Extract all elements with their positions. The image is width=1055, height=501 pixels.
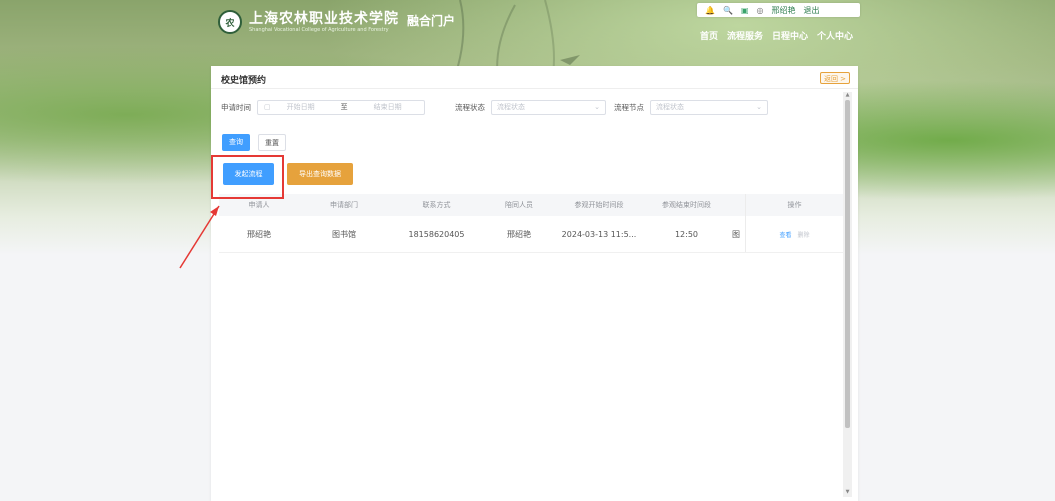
nav-home[interactable]: 首页 <box>700 29 718 42</box>
table-row[interactable]: 邢绍艳 图书馆 18158620405 邢绍艳 2024-03-13 11:5.… <box>219 216 843 253</box>
delete-link[interactable]: 删除 <box>798 230 810 239</box>
end-date-input[interactable]: 结束日期 <box>374 102 402 112</box>
cell-end-time: 12:50 <box>674 229 699 239</box>
reset-button[interactable]: 重置 <box>258 134 286 151</box>
user-icon[interactable]: ◎ <box>757 6 764 15</box>
portal-name: 融合门户 <box>407 13 456 28</box>
divider <box>211 88 858 89</box>
nav-process[interactable]: 流程服务 <box>727 29 763 42</box>
start-date-input[interactable]: 开始日期 <box>287 102 315 112</box>
export-button[interactable]: 导出查询数据 <box>287 163 353 185</box>
logout-link[interactable]: 退出 <box>803 5 819 16</box>
col-start-time: 参观开始时间段 <box>574 201 624 209</box>
filter-row: 申请时间 ▢ 开始日期 至 结束日期 流程状态 流程状态 ⌄ 流程节点 流程状态… <box>221 99 768 115</box>
username-link[interactable]: 邢绍艳 <box>771 5 795 16</box>
status-select[interactable]: 流程状态 ⌄ <box>491 99 606 115</box>
col-actions: 操作 <box>745 194 843 216</box>
chevron-down-icon: ⌄ <box>756 103 762 111</box>
col-department: 申请部门 <box>330 201 358 209</box>
chevron-down-icon: ⌄ <box>594 103 600 111</box>
node-label: 流程节点 <box>614 102 644 112</box>
apply-time-label: 申请时间 <box>221 102 251 112</box>
nav-schedule[interactable]: 日程中心 <box>772 29 808 42</box>
node-placeholder: 流程状态 <box>656 103 684 111</box>
calendar-icon: ▢ <box>264 103 271 111</box>
top-toolbar: 🔔 🔍 ▣ ◎ 邢绍艳 退出 <box>697 3 860 17</box>
col-extra <box>729 194 743 216</box>
bell-icon[interactable]: 🔔 <box>705 6 715 15</box>
nav-personal[interactable]: 个人中心 <box>817 29 853 42</box>
col-end-time: 参观结束时间段 <box>662 201 711 209</box>
cell-extra: 图 <box>732 229 740 239</box>
table-header: 申请人 申请部门 联系方式 陪同人员 参观开始时间段 参观结束时间段 操作 <box>219 194 843 216</box>
status-placeholder: 流程状态 <box>497 103 525 111</box>
cell-department: 图书馆 <box>332 229 356 239</box>
status-label: 流程状态 <box>455 102 485 112</box>
scroll-up-icon[interactable]: ▲ <box>843 92 852 99</box>
cell-companion: 邢绍艳 <box>507 229 531 239</box>
page-title: 校史馆预约 <box>221 76 267 86</box>
school-emblem-icon: 农 <box>218 10 242 34</box>
main-nav: 首页 流程服务 日程中心 个人中心 <box>700 29 853 42</box>
app-icon[interactable]: ▣ <box>741 6 749 15</box>
site-logo[interactable]: 农 上海农林职业技术学院 Shanghai Vocational College… <box>218 10 455 34</box>
scroll-down-icon[interactable]: ▼ <box>843 489 852 496</box>
search-icon[interactable]: 🔍 <box>723 6 733 15</box>
col-contact: 联系方式 <box>422 201 451 209</box>
cell-contact: 18158620405 <box>408 229 465 239</box>
cell-start-time: 2024-03-13 11:5... <box>561 229 637 239</box>
school-name-en: Shanghai Vocational College of Agricultu… <box>249 26 389 33</box>
cell-applicant: 邢绍艳 <box>247 229 271 239</box>
query-button[interactable]: 查询 <box>222 134 250 151</box>
cell-actions: 查看 删除 <box>745 216 843 252</box>
col-companion: 陪同人员 <box>505 201 533 209</box>
node-select[interactable]: 流程状态 ⌄ <box>650 99 768 115</box>
view-link[interactable]: 查看 <box>779 230 791 239</box>
back-button[interactable]: 返回 > <box>820 72 850 84</box>
highlight-box <box>211 155 284 199</box>
school-name: 上海农林职业技术学院 <box>249 10 399 27</box>
main-panel: 校史馆预约 返回 > 申请时间 ▢ 开始日期 至 结束日期 流程状态 流程状态 … <box>211 66 858 501</box>
date-range-picker[interactable]: ▢ 开始日期 至 结束日期 <box>257 99 425 115</box>
date-separator: 至 <box>340 103 348 111</box>
scrollbar-thumb[interactable] <box>845 100 850 428</box>
